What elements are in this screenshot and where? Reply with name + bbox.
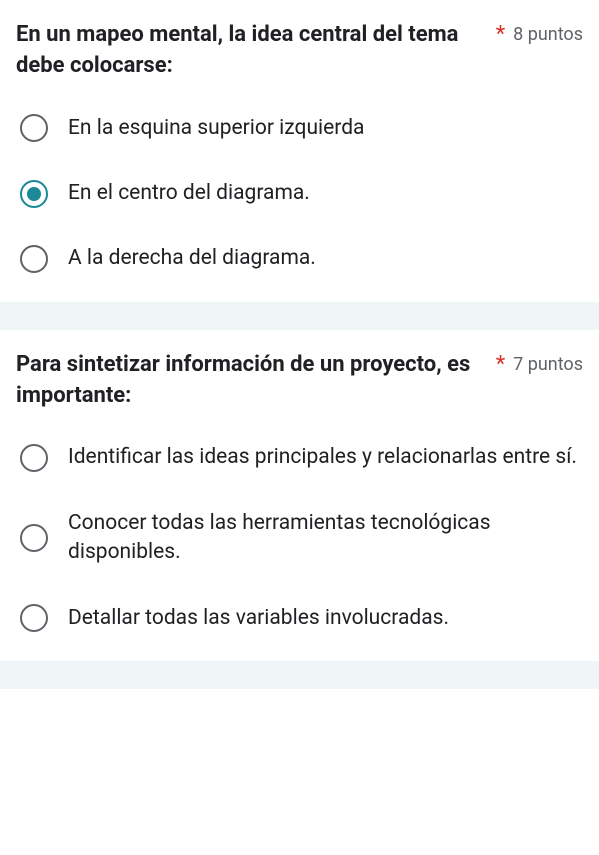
required-star-icon: *	[496, 22, 505, 48]
radio-icon	[20, 114, 48, 142]
radio-option[interactable]: Conocer todas las herramientas tecnológi…	[20, 509, 583, 568]
radio-icon	[20, 180, 48, 208]
separator	[0, 661, 599, 689]
question-title: En un mapeo mental, la idea central del …	[16, 20, 488, 82]
radio-icon	[20, 245, 48, 273]
option-label: Detallar todas las variables involucrada…	[68, 604, 449, 633]
points-label: 8 puntos	[513, 24, 583, 46]
question-header: Para sintetizar información de un proyec…	[16, 350, 583, 412]
radio-option[interactable]: En el centro del diagrama.	[20, 179, 583, 208]
options-list: Identificar las ideas principales y rela…	[16, 443, 583, 633]
separator	[0, 302, 599, 330]
option-label: Conocer todas las herramientas tecnológi…	[68, 509, 583, 568]
radio-option[interactable]: Identificar las ideas principales y rela…	[20, 443, 583, 472]
radio-option[interactable]: En la esquina superior izquierda	[20, 114, 583, 143]
question-header: En un mapeo mental, la idea central del …	[16, 20, 583, 82]
required-star-icon: *	[496, 352, 505, 378]
question-card-1: En un mapeo mental, la idea central del …	[0, 0, 599, 302]
option-label: A la derecha del diagrama.	[68, 244, 316, 273]
option-label: En la esquina superior izquierda	[68, 114, 364, 143]
radio-icon	[20, 604, 48, 632]
radio-icon	[20, 444, 48, 472]
question-card-2: Para sintetizar información de un proyec…	[0, 330, 599, 661]
points-label: 7 puntos	[513, 354, 583, 376]
radio-option[interactable]: Detallar todas las variables involucrada…	[20, 604, 583, 633]
radio-icon	[20, 524, 48, 552]
option-label: En el centro del diagrama.	[68, 179, 310, 208]
question-title: Para sintetizar información de un proyec…	[16, 350, 488, 412]
options-list: En la esquina superior izquierda En el c…	[16, 114, 583, 274]
radio-option[interactable]: A la derecha del diagrama.	[20, 244, 583, 273]
option-label: Identificar las ideas principales y rela…	[68, 443, 577, 472]
